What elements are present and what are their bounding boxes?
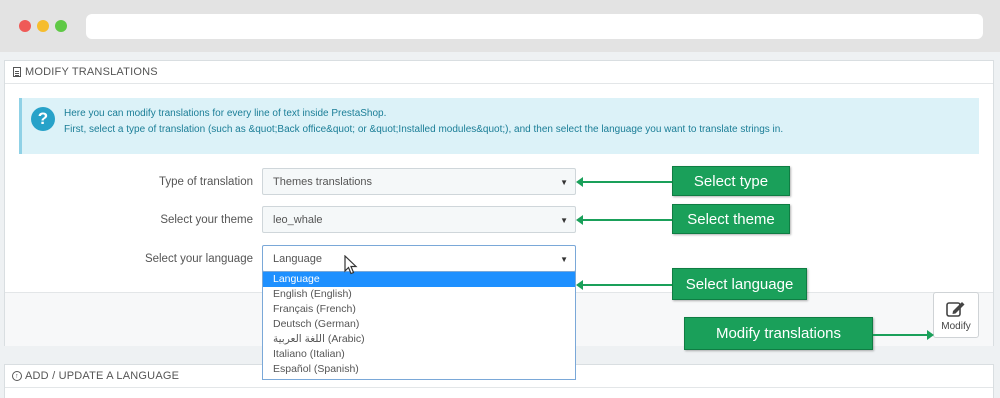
language-option[interactable]: Language [263,272,575,287]
select-theme-callout: Select theme [672,204,790,234]
edit-icon [946,301,965,317]
chevron-down-icon: ▼ [560,255,568,264]
modify-button-label: Modify [941,320,971,332]
question-icon: ? [31,107,55,131]
alert-line-2: First, select a type of translation (suc… [64,124,784,135]
language-option[interactable]: Deutsch (German) [263,317,575,332]
modify-translations-arrow [873,330,934,340]
select-type-arrow [576,177,672,187]
language-option[interactable]: English (English) [263,287,575,302]
modify-button[interactable]: Modify [933,292,979,338]
type-of-translation-select[interactable]: Themes translations ▼ [262,168,576,195]
type-of-translation-value: Themes translations [273,175,373,188]
language-option[interactable]: Italiano (Italian) [263,347,575,362]
chevron-down-icon: ▼ [560,216,568,225]
address-bar[interactable] [86,14,983,39]
maximize-window-button[interactable] [55,20,67,32]
language-option[interactable]: اللغة العربية (Arabic) [263,332,575,347]
select-theme-select[interactable]: leo_whale ▼ [262,206,576,233]
circle-up-icon: ↑ [12,371,22,382]
select-language-select[interactable]: Language ▼ [262,245,576,272]
panel-title: ADD / UPDATE A LANGUAGE [25,370,180,382]
select-language-value: Language [273,252,322,265]
select-type-callout: Select type [672,166,790,196]
language-dropdown-list[interactable]: Language English (English) Français (Fre… [262,271,576,380]
type-of-translation-label: Type of translation [159,176,253,188]
select-theme-arrow [576,215,672,225]
modify-translations-callout: Modify translations [684,317,873,350]
mouse-cursor-icon [344,255,358,275]
alert-line-1: Here you can modify translations for eve… [64,108,387,119]
panel-title: MODIFY TRANSLATIONS [25,66,158,78]
document-icon [12,67,22,78]
language-option[interactable]: Español (Spanish) [263,362,575,377]
close-window-button[interactable] [19,20,31,32]
language-option[interactable]: Français (French) [263,302,575,317]
browser-chrome [0,0,1000,52]
select-language-label: Select your language [144,253,253,265]
select-theme-label: Select your theme [160,214,253,226]
panel-header: MODIFY TRANSLATIONS [5,61,993,84]
select-language-arrow [576,280,672,290]
chevron-down-icon: ▼ [560,178,568,187]
select-language-callout: Select language [672,268,807,300]
select-theme-value: leo_whale [273,213,323,226]
minimize-window-button[interactable] [37,20,49,32]
info-alert: ? Here you can modify translations for e… [19,98,979,154]
